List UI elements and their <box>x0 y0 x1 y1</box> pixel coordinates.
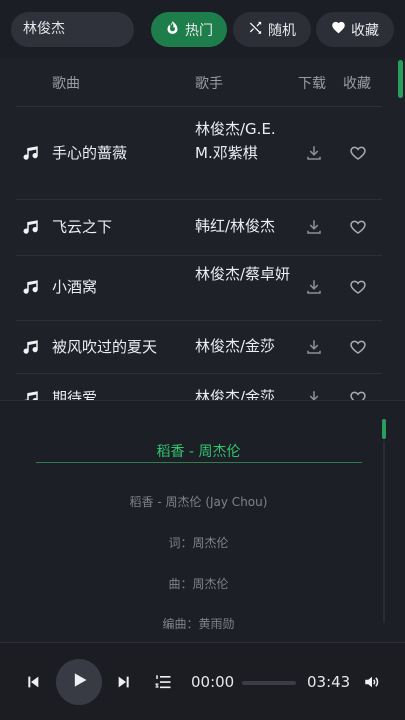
table-row[interactable]: 手心的蔷薇 林俊杰/G.E.M.邓紫棋 <box>0 107 395 199</box>
header-artist: 歌手 <box>195 76 223 92</box>
song-artist: 林俊杰/蔡卓妍 <box>195 265 291 283</box>
song-artist: 林俊杰/金莎 <box>195 337 276 355</box>
song-artist: 林俊杰/G.E.M.邓紫棋 <box>195 120 276 162</box>
header-favorite: 收藏 <box>343 76 371 92</box>
music-note-icon <box>22 218 40 236</box>
song-artist: 韩红/林俊杰 <box>195 217 276 235</box>
table-row[interactable]: 飞云之下 韩红/林俊杰 <box>0 200 395 255</box>
favorite-icon[interactable] <box>349 389 367 400</box>
search-input[interactable]: 林俊杰 <box>11 12 134 47</box>
download-icon[interactable] <box>305 389 323 400</box>
song-title[interactable]: 期待爱 <box>52 387 97 400</box>
tab-hot[interactable]: 热门 <box>151 12 227 47</box>
song-title[interactable]: 手心的蔷薇 <box>52 142 127 163</box>
song-title[interactable]: 被风吹过的夏天 <box>52 336 157 357</box>
tab-hot-label: 热门 <box>185 22 213 39</box>
player-bar: 00:00 03:43 <box>0 642 405 720</box>
song-title[interactable]: 小酒窝 <box>52 276 97 297</box>
music-note-icon <box>22 144 40 162</box>
favorite-icon[interactable] <box>349 218 367 236</box>
favorite-icon[interactable] <box>349 278 367 296</box>
music-note-icon <box>22 389 40 400</box>
download-icon[interactable] <box>305 338 323 356</box>
music-note-icon <box>22 338 40 356</box>
lyrics-divider <box>36 462 362 463</box>
progress-slider[interactable] <box>242 681 296 685</box>
playlist-icon[interactable] <box>153 673 173 695</box>
heart-icon <box>331 20 346 39</box>
lyrics-panel[interactable]: 稻香 - 周杰伦 稻香 - 周杰伦 (Jay Chou) 词：周杰伦 曲：周杰伦… <box>0 400 405 642</box>
lyrics-line: 编曲：黄雨勋 <box>162 617 235 631</box>
next-icon[interactable] <box>116 674 132 694</box>
previous-icon[interactable] <box>25 674 41 694</box>
download-icon[interactable] <box>305 278 323 296</box>
song-list[interactable]: 歌曲 歌手 下载 收藏 手心的蔷薇 林俊杰/G.E.M.邓紫棋 飞云之下 韩红/… <box>0 58 405 400</box>
fire-icon <box>165 20 180 39</box>
favorite-icon[interactable] <box>349 144 367 162</box>
tab-random-label: 随机 <box>268 22 296 39</box>
download-icon[interactable] <box>305 144 323 162</box>
download-icon[interactable] <box>305 218 323 236</box>
header-song: 歌曲 <box>52 76 80 92</box>
lyrics-line: 稻香 - 周杰伦 (Jay Chou) <box>129 495 268 509</box>
lyrics-scroll-track <box>383 441 385 623</box>
tab-favorites-label: 收藏 <box>351 22 379 39</box>
list-scrollbar[interactable] <box>398 60 403 98</box>
tab-random[interactable]: 随机 <box>233 12 311 47</box>
table-row[interactable]: 期待爱 林俊杰/金莎 <box>0 374 395 400</box>
table-header: 歌曲 歌手 下载 收藏 <box>0 58 405 106</box>
favorite-icon[interactable] <box>349 338 367 356</box>
music-note-icon <box>22 278 40 296</box>
lyrics-scrollbar[interactable] <box>382 419 386 439</box>
tab-favorites[interactable]: 收藏 <box>316 12 394 47</box>
play-button[interactable] <box>56 659 102 705</box>
song-title[interactable]: 飞云之下 <box>52 216 112 237</box>
table-row[interactable]: 小酒窝 林俊杰/蔡卓妍 <box>0 256 395 320</box>
lyrics-line: 词：周杰伦 <box>168 536 229 550</box>
lyrics-song-title: 稻香 - 周杰伦 <box>156 444 241 460</box>
song-artist: 林俊杰/金莎 <box>195 388 276 400</box>
lyrics-line: 曲：周杰伦 <box>168 577 229 591</box>
volume-icon[interactable] <box>362 673 382 695</box>
duration-time: 03:43 <box>307 673 351 691</box>
shuffle-icon <box>248 20 263 39</box>
table-row[interactable]: 被风吹过的夏天 林俊杰/金莎 <box>0 321 395 373</box>
header-download: 下载 <box>298 76 326 92</box>
top-bar: 林俊杰 热门 随机 收藏 <box>0 0 405 58</box>
current-time: 00:00 <box>191 673 235 691</box>
play-icon <box>69 670 89 694</box>
